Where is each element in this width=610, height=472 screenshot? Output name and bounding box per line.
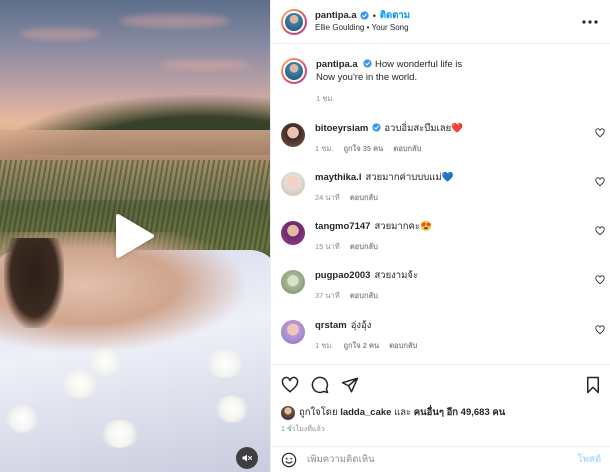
comment-item: qrstam อุ่งอุ้ง 1 ชม. ถูกใจ 2 คน ตอบกลับ <box>281 320 605 352</box>
verified-badge-icon <box>363 59 372 68</box>
sky-cloud <box>20 28 100 40</box>
post-video[interactable] <box>0 0 270 472</box>
reply-button[interactable]: ตอบกลับ <box>350 291 378 300</box>
caption-avatar[interactable] <box>281 58 307 84</box>
comment-username[interactable]: pugpao2003 <box>315 270 370 281</box>
comment-text: อุ่งอุ้ง <box>350 320 372 331</box>
flower <box>100 420 140 448</box>
liker-username[interactable]: ladda_cake <box>340 407 391 418</box>
comment-likes[interactable]: ถูกใจ 2 คน <box>343 341 379 350</box>
comment-emoji: ❤️ <box>451 123 464 134</box>
comment-time[interactable]: 1 ชม. <box>315 341 333 350</box>
comment-input[interactable] <box>307 454 578 465</box>
comment-emoji: 💙 <box>441 172 454 183</box>
commenter-avatar[interactable] <box>281 221 305 245</box>
comment-username[interactable]: bitoeyrsiam <box>315 123 368 134</box>
flower <box>215 395 249 423</box>
comment-username[interactable]: maythika.l <box>315 172 361 183</box>
liker-avatar[interactable] <box>281 405 295 420</box>
avatar[interactable] <box>281 8 307 35</box>
avatar-ring <box>283 10 305 33</box>
comment-text: อวบอิ่มสะบึมเลย <box>384 123 452 134</box>
post-header: pantipa.a • ติดตาม Ellie Goulding • Your… <box>271 0 610 44</box>
flower <box>205 350 245 378</box>
heart-icon <box>281 376 299 393</box>
post-comment-button[interactable]: โพสต์ <box>578 452 601 467</box>
like-button[interactable] <box>281 376 299 394</box>
post-timestamp[interactable]: 1 ชั่วโมงที่แล้ว <box>281 424 601 435</box>
music-info[interactable]: Ellie Goulding • Your Song <box>315 22 410 34</box>
header-username[interactable]: pantipa.a <box>315 10 357 22</box>
comment-time[interactable]: 1 ชม. <box>315 144 333 153</box>
share-button[interactable] <box>341 376 359 394</box>
comment-likes[interactable]: ถูกใจ 35 คน <box>343 144 383 153</box>
post-actions: ถูกใจโดย ladda_cake และ คนอื่นๆ อีก 49,6… <box>271 364 610 435</box>
emoji-icon[interactable] <box>281 452 297 468</box>
comment-item: tangmo7147 สวยมากคะ😍 15 นาที ตอบกลับ <box>281 221 605 253</box>
verified-badge-icon <box>360 11 369 20</box>
likes-summary: ถูกใจโดย ladda_cake และ คนอื่นๆ อีก 49,6… <box>281 405 601 420</box>
comment-text: สวยมากค่าบบบแม่ <box>365 172 442 183</box>
likes-prefix: ถูกใจโดย <box>299 407 338 418</box>
comment-time[interactable]: 37 นาที <box>315 291 340 300</box>
more-horizontal-icon <box>582 19 598 24</box>
comment-emoji: 😍 <box>419 221 432 232</box>
speaker-muted-icon <box>242 454 252 462</box>
bookmark-icon <box>587 376 599 394</box>
flower <box>88 348 122 376</box>
comment-item: bitoeyrsiam อวบอิ่มสะบึมเลย❤️ 1 ชม. ถูกใจ… <box>281 123 605 155</box>
avatar-image <box>285 12 303 31</box>
likes-others-count[interactable]: คนอื่นๆ อีก 49,683 คน <box>414 405 505 420</box>
post-side-panel: pantipa.a • ติดตาม Ellie Goulding • Your… <box>270 0 610 472</box>
comment-time[interactable]: 15 นาที <box>315 242 340 251</box>
comment-bubble-icon <box>311 376 329 394</box>
comment-item: maythika.l สวยมากค่าบบบแม่💙 24 นาที ตอบกล… <box>281 172 605 204</box>
reply-button[interactable]: ตอบกลับ <box>393 144 421 153</box>
comment-item: pugpao2003 สวยงามจ้ะ 37 นาที ตอบกลับ <box>281 270 605 302</box>
comment-composer: โพสต์ <box>271 446 610 472</box>
save-button[interactable] <box>585 376 601 394</box>
commenter-avatar[interactable] <box>281 172 305 196</box>
comment-time[interactable]: 24 นาที <box>315 193 340 202</box>
commenter-avatar[interactable] <box>281 270 305 294</box>
comment-button[interactable] <box>311 376 329 394</box>
likes-and: และ <box>394 407 412 418</box>
like-comment-heart-icon[interactable] <box>595 226 605 236</box>
reply-button[interactable]: ตอบกลับ <box>350 242 378 251</box>
follow-button[interactable]: ติดตาม <box>380 10 410 22</box>
play-button[interactable] <box>110 212 158 260</box>
sky-cloud <box>160 60 250 70</box>
caption-username[interactable]: pantipa.a <box>316 59 358 70</box>
verified-badge-icon <box>372 123 381 132</box>
flower <box>60 370 100 398</box>
paper-plane-icon <box>341 377 359 393</box>
play-icon <box>116 214 154 258</box>
like-comment-heart-icon[interactable] <box>595 275 605 285</box>
post-caption: pantipa.a How wonderful life is Now you'… <box>271 44 610 105</box>
comment-text: สวยงามจ้ะ <box>374 270 419 281</box>
commenter-avatar[interactable] <box>281 123 305 147</box>
header-separator: • <box>372 10 376 21</box>
caption-time[interactable]: 1 ชม. <box>316 92 462 105</box>
comment-username[interactable]: tangmo7147 <box>315 221 370 232</box>
comments-list[interactable]: pantipa.a How wonderful life is Now you'… <box>271 44 610 364</box>
sky-cloud <box>120 14 230 28</box>
like-comment-heart-icon[interactable] <box>595 325 605 335</box>
avatar-image <box>285 62 303 80</box>
avatar-ring <box>283 60 305 82</box>
comment-text: สวยมากคะ <box>374 221 420 232</box>
hair <box>4 238 64 328</box>
comment-username[interactable]: qrstam <box>315 320 347 331</box>
like-comment-heart-icon[interactable] <box>595 128 605 138</box>
mute-button[interactable] <box>236 447 258 469</box>
more-options-button[interactable] <box>582 19 598 24</box>
reply-button[interactable]: ตอบกลับ <box>389 341 417 350</box>
commenter-avatar[interactable] <box>281 320 305 344</box>
like-comment-heart-icon[interactable] <box>595 177 605 187</box>
reply-button[interactable]: ตอบกลับ <box>350 193 378 202</box>
flower <box>5 405 39 433</box>
